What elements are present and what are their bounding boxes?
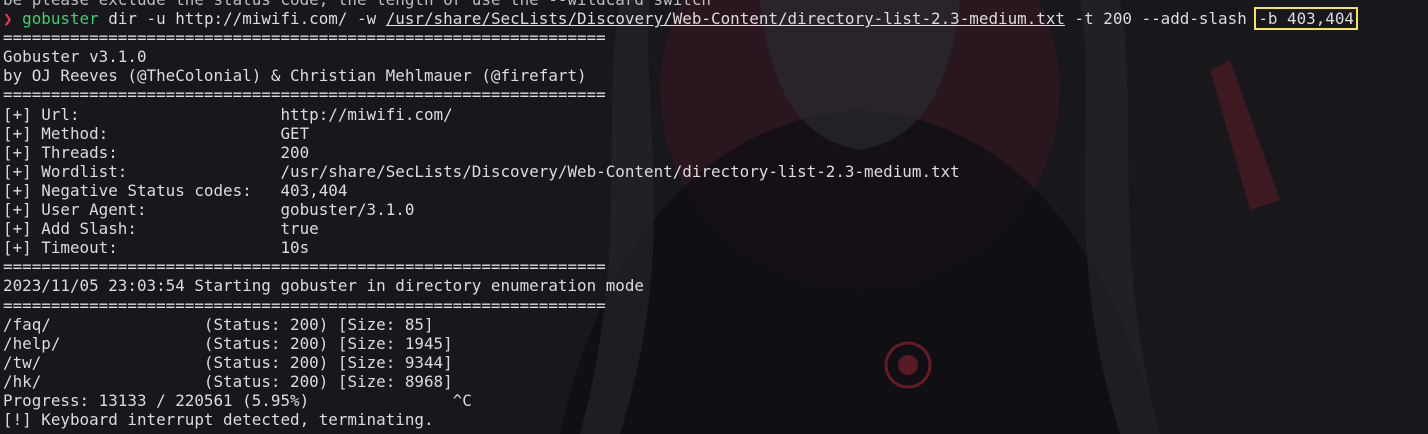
config-value: gobuster/3.1.0 [280,200,415,220]
config-user-agent: [+] User Agent: gobuster/3.1.0 [3,200,1428,219]
command-name: gobuster [22,9,99,29]
command-args: dir -u http://miwifi.com/ -w [98,9,386,29]
result-path: /tw/ [3,352,204,372]
result-status: (Status: 200) [203,352,329,372]
result-row: /help/ (Status: 200) [Size: 1945] [3,334,1428,353]
config-threads: [+] Threads: 200 [3,143,1428,162]
prompt-arrow-icon: ❯ [3,9,13,29]
config-add-slash: [+] Add Slash: true [3,219,1428,238]
result-row: /hk/ (Status: 200) [Size: 8968] [3,372,1428,391]
terminal-output: be please exclude the status code, the l… [3,0,1428,429]
wordlist-path-arg: /usr/share/SecLists/Discovery/Web-Conten… [385,9,1065,29]
result-row: /faq/ (Status: 200) [Size: 85] [3,315,1428,334]
result-row: /tw/ (Status: 200) [Size: 9344] [3,353,1428,372]
config-value: /usr/share/SecLists/Discovery/Web-Conten… [280,161,960,181]
command-line: ❯ gobuster dir -u http://miwifi.com/ -w … [3,7,1428,31]
command-args-rest: -t 200 --add-slash [1064,9,1257,29]
config-key: [+] User Agent: [3,200,281,220]
banner-authors: by OJ Reeves (@TheColonial) & Christian … [3,66,587,86]
config-url: [+] Url: http://miwifi.com/ [3,105,1428,124]
config-key: [+] Url: [3,104,281,124]
config-value: true [280,219,319,239]
config-value: http://miwifi.com/ [280,104,453,124]
config-key: [+] Add Slash: [3,219,281,239]
config-key: [+] Timeout: [3,238,281,258]
config-key: [+] Threads: [3,142,281,162]
separator-line: ========================================… [3,28,606,48]
result-path: /help/ [3,333,204,353]
highlighted-blacklist-arg: -b 403,404 [1254,7,1358,31]
separator-line: ========================================… [3,85,606,105]
result-size: [Size: 9344] [337,352,453,372]
cut-off-line: be please exclude the status code, the l… [3,0,1428,9]
config-value: 403,404 [280,180,348,200]
result-size: [Size: 8968] [337,371,453,391]
start-message: 2023/11/05 23:03:54 Starting gobuster in… [3,276,644,296]
banner-version: Gobuster v3.1.0 [3,47,147,67]
result-size: [Size: 1945] [337,333,453,353]
result-status: (Status: 200) [203,333,329,353]
config-negative-status: [+] Negative Status codes: 403,404 [3,181,1428,200]
interrupt-message: [!] Keyboard interrupt detected, termina… [3,410,434,430]
result-status: (Status: 200) [203,371,329,391]
progress-line: Progress: 13133 / 220561 (5.95%) ^C [3,390,472,410]
config-key: [+] Wordlist: [3,161,281,181]
result-path: /faq/ [3,314,204,334]
config-key: [+] Negative Status codes: [3,180,281,200]
config-method: [+] Method: GET [3,124,1428,143]
result-size: [Size: 85] [337,314,434,334]
config-value: 10s [280,238,310,258]
result-status: (Status: 200) [203,314,329,334]
separator-line: ========================================… [3,295,606,315]
config-value: GET [280,123,310,143]
separator-line: ========================================… [3,257,606,277]
config-timeout: [+] Timeout: 10s [3,238,1428,257]
config-key: [+] Method: [3,123,281,143]
config-value: 200 [280,142,310,162]
result-path: /hk/ [3,371,204,391]
config-wordlist: [+] Wordlist: /usr/share/SecLists/Discov… [3,162,1428,181]
